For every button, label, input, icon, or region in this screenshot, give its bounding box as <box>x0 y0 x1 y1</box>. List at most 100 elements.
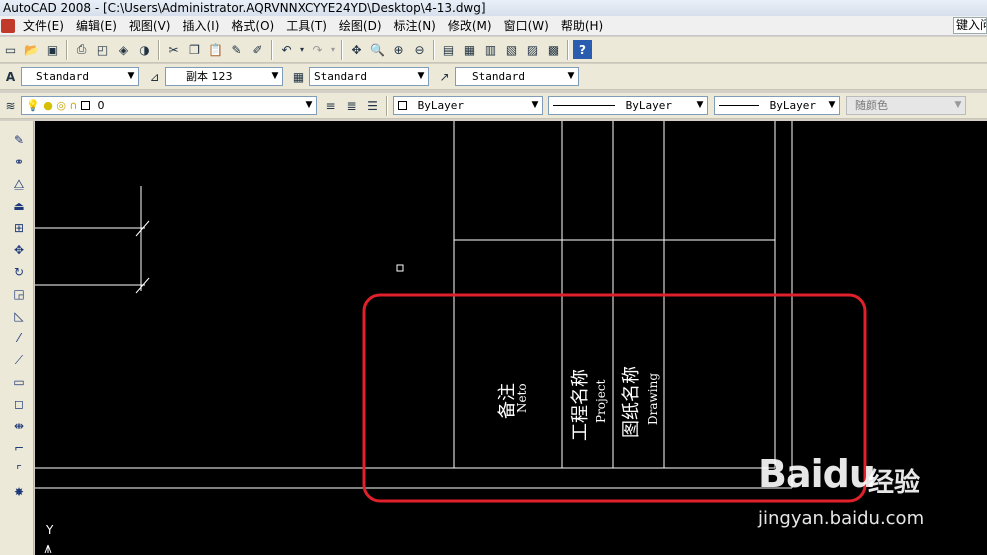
menu-dimension[interactable]: 标注(N) <box>388 16 442 36</box>
lineweight-select[interactable]: ByLayer ▼ <box>714 96 840 115</box>
paste-icon[interactable]: 📋 <box>206 40 225 59</box>
multileader-style-icon: ↗ <box>439 69 450 84</box>
match-properties-icon[interactable]: ✎ <box>227 40 246 59</box>
cell-en-text: Project <box>594 379 608 423</box>
chevron-down-icon: ▼ <box>696 100 704 110</box>
layer-states-icon[interactable]: ☰ <box>363 96 382 115</box>
break-at-point-icon[interactable]: ▭ <box>10 373 28 391</box>
chevron-down-icon: ▼ <box>417 71 425 81</box>
publish-icon[interactable]: ◈ <box>114 40 133 59</box>
watermark-url: jingyan.baidu.com <box>758 508 925 529</box>
properties-icon[interactable]: ▤ <box>439 40 458 59</box>
menu-edit[interactable]: 编辑(E) <box>70 16 123 36</box>
undo-dropdown-icon[interactable]: ▾ <box>298 40 306 59</box>
menu-window[interactable]: 窗口(W) <box>498 16 555 36</box>
fillet-icon[interactable]: ⌜ <box>10 461 28 479</box>
menu-help[interactable]: 帮助(H) <box>555 16 609 36</box>
new-file-icon[interactable]: ▭ <box>1 40 20 59</box>
pan-icon[interactable]: ✥ <box>347 40 366 59</box>
chamfer-icon[interactable]: ⌐ <box>10 439 28 457</box>
copy-icon[interactable]: ❐ <box>185 40 204 59</box>
table-style-select[interactable]: Standard ▼ <box>309 67 429 86</box>
open-file-icon[interactable]: 📂 <box>22 40 41 59</box>
chevron-down-icon: ▼ <box>954 100 962 110</box>
menu-bar: 文件(E) 编辑(E) 视图(V) 插入(I) 格式(O) 工具(T) 绘图(D… <box>0 16 987 36</box>
save-icon[interactable]: ▣ <box>43 40 62 59</box>
redo-dropdown-icon[interactable]: ▾ <box>329 40 337 59</box>
design-center-icon[interactable]: ▦ <box>460 40 479 59</box>
help-icon[interactable]: ? <box>573 40 592 59</box>
stretch-icon[interactable]: ◺ <box>10 307 28 325</box>
menu-tools[interactable]: 工具(T) <box>280 16 333 36</box>
menu-draw[interactable]: 绘图(D) <box>333 16 388 36</box>
window-title: AutoCAD 2008 - [C:\Users\Administrator.A… <box>0 0 987 16</box>
cell-cn-text: 图纸名称 <box>621 366 642 438</box>
markup-set-icon[interactable]: ▨ <box>523 40 542 59</box>
cell-en-text: Drawing <box>646 373 660 425</box>
dim-style-select[interactable]: 副本 123 ▼ <box>165 67 283 86</box>
baidu-logo: Baidu <box>758 452 876 496</box>
rotate-icon[interactable]: ↻ <box>10 263 28 281</box>
chevron-down-icon: ▼ <box>127 71 135 81</box>
ucs-y-label: Y <box>46 523 54 537</box>
sheet-set-icon[interactable]: ▧ <box>502 40 521 59</box>
zoom-realtime-icon[interactable]: 🔍 <box>368 40 387 59</box>
print-icon[interactable]: ⎙ <box>72 40 91 59</box>
standard-toolbar: ▭ 📂 ▣ ⎙ ◰ ◈ ◑ ✂ ❐ 📋 ✎ ✐ ↶ ▾ ↷ ▾ ✥ 🔍 ⊕ ⊖ … <box>0 37 987 63</box>
layer-thaw-icon: ● <box>43 99 53 112</box>
make-object-layer-current-icon[interactable]: ≡ <box>321 96 340 115</box>
text-style-select[interactable]: Standard ▼ <box>21 67 139 86</box>
menu-modify[interactable]: 修改(M) <box>442 16 498 36</box>
pickbox <box>396 264 404 272</box>
autocad-app-icon[interactable] <box>1 18 15 33</box>
layer-on-icon: 💡 <box>26 99 40 112</box>
dim-style-icon: ⊿ <box>149 69 160 84</box>
jingyan-text: 经验 <box>868 468 921 498</box>
trim-icon[interactable]: ⁄ <box>10 329 28 347</box>
chevron-down-icon: ▼ <box>531 100 539 110</box>
modify-toolbar: ✎ ⚭ ⧋ ⏏ ⊞ ✥ ↻ ◲ ◺ ⁄ ⟋ ▭ ◻ ⇼ ⌐ ⌜ ✸ <box>0 121 34 555</box>
offset-icon[interactable]: ⏏ <box>10 197 28 215</box>
layer-previous-icon[interactable]: ≣ <box>342 96 361 115</box>
plot-preview-icon[interactable]: ◰ <box>93 40 112 59</box>
zoom-window-icon[interactable]: ⊕ <box>389 40 408 59</box>
redo-icon[interactable]: ↷ <box>308 40 327 59</box>
scale-icon[interactable]: ◲ <box>10 285 28 303</box>
break-icon[interactable]: ◻ <box>10 395 28 413</box>
move-icon[interactable]: ✥ <box>10 241 28 259</box>
chevron-down-icon: ▼ <box>567 71 575 81</box>
join-icon[interactable]: ⇼ <box>10 417 28 435</box>
chevron-down-icon: ▼ <box>305 100 313 110</box>
cell-en-text: Neto <box>515 383 529 413</box>
erase-icon[interactable]: ✎ <box>10 131 28 149</box>
calculator-icon[interactable]: ▩ <box>544 40 563 59</box>
layer-lock-icon: ∩ <box>69 99 78 112</box>
menu-insert[interactable]: 插入(I) <box>176 16 225 36</box>
chevron-down-icon: ▼ <box>828 100 836 110</box>
help-search-input[interactable]: 键入问 <box>953 17 987 34</box>
menu-view[interactable]: 视图(V) <box>123 16 177 36</box>
baidu-jingyan-watermark: Baidu 经验 jingyan.baidu.com <box>758 448 987 555</box>
multileader-style-select[interactable]: Standard ▼ <box>455 67 579 86</box>
chevron-down-icon: ▼ <box>271 71 279 81</box>
linetype-select[interactable]: ByLayer ▼ <box>548 96 708 115</box>
layer-manager-icon[interactable]: ≋ <box>1 96 20 115</box>
menu-format[interactable]: 格式(O) <box>225 16 280 36</box>
3d-dwf-icon[interactable]: ◑ <box>135 40 154 59</box>
menu-file[interactable]: 文件(E) <box>17 16 70 36</box>
layer-lock-icon: ◎ <box>56 99 66 112</box>
extend-icon[interactable]: ⟋ <box>10 351 28 369</box>
zoom-previous-icon[interactable]: ⊖ <box>410 40 429 59</box>
color-select[interactable]: ByLayer ▼ <box>393 96 543 115</box>
cut-icon[interactable]: ✂ <box>164 40 183 59</box>
text-style-icon: A <box>5 69 16 84</box>
plot-style-select[interactable]: 随颜色 ▼ <box>846 96 966 115</box>
explode-icon[interactable]: ✸ <box>10 483 28 501</box>
array-icon[interactable]: ⊞ <box>10 219 28 237</box>
tool-palettes-icon[interactable]: ▥ <box>481 40 500 59</box>
copy-object-icon[interactable]: ⚭ <box>10 153 28 171</box>
block-editor-icon[interactable]: ✐ <box>248 40 267 59</box>
undo-icon[interactable]: ↶ <box>277 40 296 59</box>
mirror-icon[interactable]: ⧋ <box>10 175 28 193</box>
layer-select[interactable]: 💡 ● ◎ ∩ 0 ▼ <box>21 96 317 115</box>
